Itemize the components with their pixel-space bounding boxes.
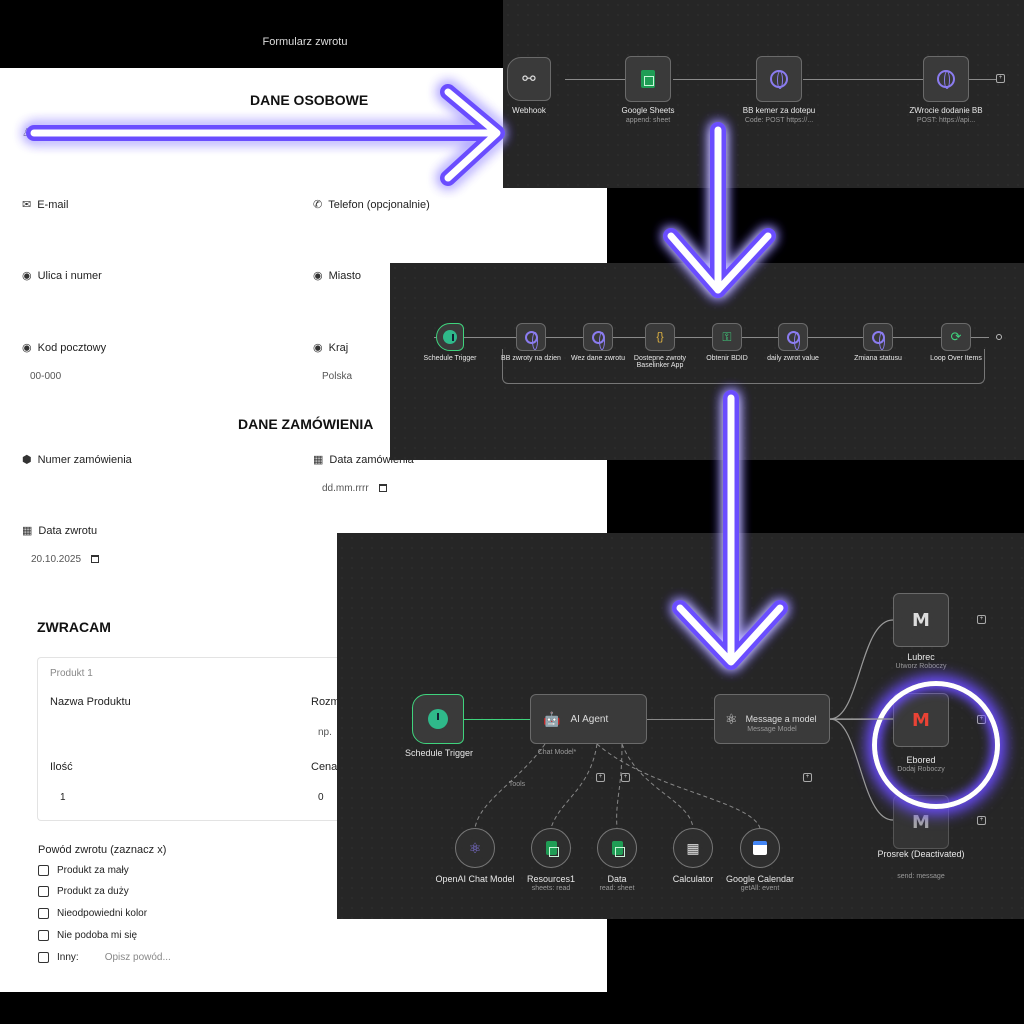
glow-arrows: [26, 84, 788, 670]
overlay-arrows: [26, 84, 894, 829]
gmail-connectors: [829, 619, 894, 821]
tool-connectors: [474, 743, 761, 829]
